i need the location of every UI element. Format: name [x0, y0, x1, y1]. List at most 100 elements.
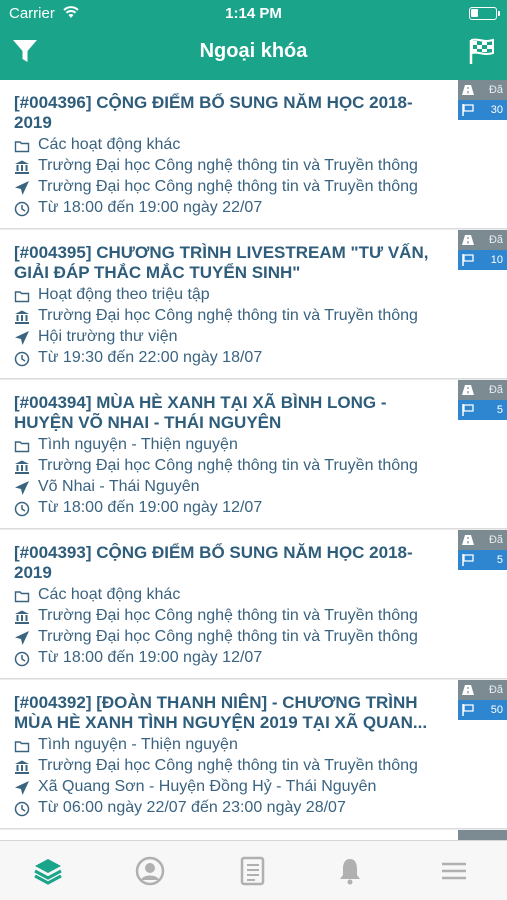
road-status: Đã	[458, 380, 507, 400]
location-arrow-row: Trường Đại học Công nghệ thông tin và Tr…	[14, 177, 454, 197]
document-list-icon	[240, 856, 265, 886]
participant-count-value: 50	[490, 704, 503, 716]
folder-row: Các hoạt động khác	[14, 585, 454, 605]
clock-icon	[14, 201, 30, 217]
road-status: Đã	[458, 80, 507, 100]
activity-title: [#004394] MÙA HÈ XANH TẠI XÃ BÌNH LONG -…	[14, 393, 387, 432]
activity-title: [#004396] CỘNG ĐIỂM BỔ SUNG NĂM HỌC 2018…	[14, 93, 413, 132]
activity-title: [#004395] CHƯƠNG TRÌNH LIVESTREAM "TƯ VẤ…	[14, 243, 429, 282]
app-header: Carrier 1:14 PM Ngoại khóa	[0, 0, 507, 80]
folder-icon	[14, 291, 30, 303]
location-arrow-row: Hội trường thư viện	[14, 327, 454, 347]
tab-menu[interactable]	[434, 851, 474, 891]
badge-status-label: Đã	[488, 534, 503, 546]
location-arrow-row: Xã Quang Sơn - Huyện Đồng Hỷ - Thái Nguy…	[14, 777, 454, 797]
participant-count-value: 5	[496, 554, 503, 566]
status-badge: Đã 30	[458, 80, 507, 120]
folder-row: Hoạt động theo triệu tập	[14, 285, 454, 305]
flag-icon	[462, 704, 474, 716]
menu-icon	[442, 862, 466, 880]
clock-icon	[14, 501, 30, 517]
tab-activities[interactable]	[28, 851, 68, 891]
location-arrow-icon	[15, 631, 29, 645]
page-title: Ngoại khóa	[199, 40, 308, 62]
folder-row: Tình nguyện - Thiện nguyện	[14, 735, 454, 755]
status-badge: Đã 5	[458, 530, 507, 570]
clock-row: Từ 06:00 ngày 22/07 đến 23:00 ngày 28/07	[14, 798, 454, 818]
clock-icon	[14, 651, 30, 667]
participant-count: 5	[458, 400, 507, 420]
institution-icon	[15, 160, 29, 174]
badge-status-label: Đã	[488, 384, 503, 396]
folder-icon	[14, 741, 30, 753]
battery-icon	[469, 7, 500, 20]
road-icon	[462, 85, 474, 95]
participant-count: 10	[458, 250, 507, 270]
activity-card[interactable]: [#004393] CỘNG ĐIỂM BỔ SUNG NĂM HỌC 2018…	[0, 530, 507, 679]
status-bar: Carrier 1:14 PM	[0, 0, 507, 28]
badge-status-label: Đã	[488, 84, 503, 96]
activity-list: [#004396] CỘNG ĐIỂM BỔ SUNG NĂM HỌC 2018…	[0, 80, 507, 840]
location-arrow-row: Trường Đại học Công nghệ thông tin và Tr…	[14, 627, 454, 647]
folder-icon	[14, 441, 30, 453]
road-icon	[462, 535, 474, 545]
participant-count-value: 5	[496, 404, 503, 416]
clock-row: Từ 18:00 đến 19:00 ngày 22/07	[14, 198, 454, 218]
status-badge: Đã 50	[458, 680, 507, 720]
flag-icon	[462, 404, 474, 416]
location-arrow-icon	[15, 781, 29, 795]
institution-row: Trường Đại học Công nghệ thông tin và Tr…	[14, 306, 454, 326]
flag-icon	[462, 104, 474, 116]
tab-notifications[interactable]	[330, 851, 370, 891]
road-icon	[462, 385, 474, 395]
participant-count-value: 30	[490, 104, 503, 116]
institution-row: Trường Đại học Công nghệ thông tin và Tr…	[14, 156, 454, 176]
institution-icon	[15, 760, 29, 774]
status-badge: Đã 5	[458, 380, 507, 420]
institution-row: Trường Đại học Công nghệ thông tin và Tr…	[14, 606, 454, 626]
location-arrow-icon	[15, 481, 29, 495]
activity-card[interactable]: [#004394] MÙA HÈ XANH TẠI XÃ BÌNH LONG -…	[0, 380, 507, 529]
road-icon	[462, 235, 474, 245]
clock-row: Từ 18:00 đến 19:00 ngày 12/07	[14, 498, 454, 518]
status-badge	[458, 830, 507, 840]
activity-title: [#004392] [ĐOÀN THANH NIÊN] - CHƯƠNG TRÌ…	[14, 693, 428, 732]
road-status	[458, 830, 507, 840]
flag-icon	[462, 254, 474, 266]
badge-status-label: Đã	[488, 234, 503, 246]
location-arrow-icon	[15, 181, 29, 195]
clock-row: Từ 19:30 đến 22:00 ngày 18/07	[14, 348, 454, 368]
activity-title: [#004393] CỘNG ĐIỂM BỔ SUNG NĂM HỌC 2018…	[14, 543, 413, 582]
road-icon	[462, 685, 474, 695]
road-status: Đã	[458, 530, 507, 550]
institution-row: Trường Đại học Công nghệ thông tin và Tr…	[14, 756, 454, 776]
flag-icon	[462, 554, 474, 566]
clock-icon	[14, 351, 30, 367]
institution-row: Trường Đại học Công nghệ thông tin và Tr…	[14, 456, 454, 476]
tab-profile[interactable]	[130, 851, 170, 891]
folder-icon	[14, 591, 30, 603]
activity-card-partial[interactable]	[0, 830, 507, 840]
activity-card[interactable]: [#004392] [ĐOÀN THANH NIÊN] - CHƯƠNG TRÌ…	[0, 680, 507, 829]
participant-count: 5	[458, 550, 507, 570]
tab-bar	[0, 840, 507, 900]
clock-row: Từ 18:00 đến 19:00 ngày 12/07	[14, 648, 454, 668]
user-circle-icon	[135, 856, 165, 886]
clock-icon	[14, 801, 30, 817]
participant-count-value: 10	[490, 254, 503, 266]
location-arrow-row: Võ Nhai - Thái Nguyên	[14, 477, 454, 497]
participant-count: 30	[458, 100, 507, 120]
checkered-flag-icon[interactable]	[467, 36, 497, 66]
location-arrow-icon	[15, 331, 29, 345]
activity-card[interactable]: [#004395] CHƯƠNG TRÌNH LIVESTREAM "TƯ VẤ…	[0, 230, 507, 379]
folder-icon	[14, 141, 30, 153]
badge-status-label: Đã	[488, 684, 503, 696]
status-time: 1:14 PM	[225, 5, 282, 22]
road-status: Đã	[458, 680, 507, 700]
institution-icon	[15, 460, 29, 474]
status-badge: Đã 10	[458, 230, 507, 270]
tab-documents[interactable]	[232, 851, 272, 891]
bell-icon	[340, 859, 360, 885]
activity-card[interactable]: [#004396] CỘNG ĐIỂM BỔ SUNG NĂM HỌC 2018…	[0, 80, 507, 229]
institution-icon	[15, 610, 29, 624]
